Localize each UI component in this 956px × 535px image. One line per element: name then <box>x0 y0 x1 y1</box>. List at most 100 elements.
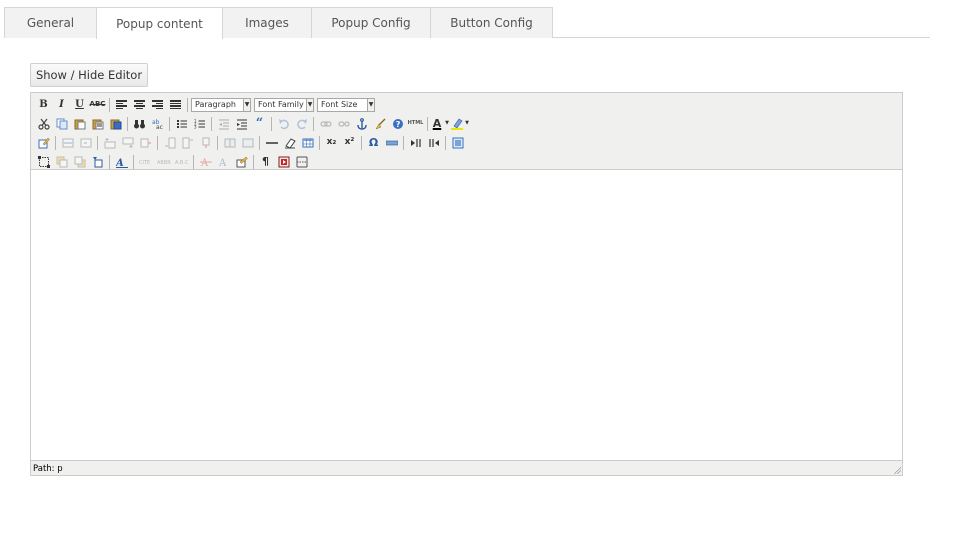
toolbar-separator <box>253 154 254 169</box>
cite-icon: CITE <box>139 160 150 166</box>
bullet-list-button[interactable] <box>173 115 190 132</box>
deletion-button[interactable]: A <box>197 153 214 170</box>
numbered-list-button[interactable]: 123 <box>191 115 208 132</box>
help-button[interactable]: ? <box>389 115 406 132</box>
tab-label: Popup Config <box>331 16 411 30</box>
merge-cells-button[interactable] <box>239 134 256 151</box>
acronym-button[interactable]: A.B.C <box>173 153 190 170</box>
tab-images[interactable]: Images <box>222 7 312 38</box>
bold-button[interactable]: B <box>35 96 52 113</box>
link-button[interactable] <box>317 115 334 132</box>
table-cell-props-button[interactable] <box>77 134 94 151</box>
insertion-button[interactable]: A <box>215 153 232 170</box>
redo-button[interactable] <box>293 115 310 132</box>
chevron-down-icon: ▼ <box>465 120 469 126</box>
delete-row-button[interactable] <box>137 134 154 151</box>
superscript-button[interactable]: x² <box>341 134 358 151</box>
acronym-icon: A.B.C <box>175 160 189 166</box>
chevron-down-icon: ▼ <box>445 120 449 126</box>
special-character-button[interactable]: Ω <box>365 134 382 151</box>
svg-text:A: A <box>200 158 209 168</box>
table-row-props-button[interactable] <box>59 134 76 151</box>
path-label: Path: <box>33 464 55 474</box>
find-button[interactable] <box>131 115 148 132</box>
align-center-button[interactable] <box>131 96 148 113</box>
remove-format-button[interactable] <box>281 134 298 151</box>
font-family-select[interactable]: Font Family ▼ <box>254 97 314 112</box>
insert-row-before-button[interactable] <box>101 134 118 151</box>
replace-button[interactable]: ab ac <box>149 115 166 132</box>
attributes-button[interactable] <box>233 153 250 170</box>
undo-button[interactable] <box>275 115 292 132</box>
subscript-button[interactable]: x₂ <box>323 134 340 151</box>
abbreviation-button[interactable]: ABBR <box>155 153 172 170</box>
insert-col-after-button[interactable] <box>179 134 196 151</box>
underline-button[interactable]: U <box>71 96 88 113</box>
insert-layer-button[interactable] <box>35 153 52 170</box>
tab-popup-content[interactable]: Popup content <box>96 7 223 39</box>
editor-content-area[interactable] <box>31 170 902 461</box>
absolute-position-button[interactable] <box>89 153 106 170</box>
indent-button[interactable] <box>233 115 250 132</box>
blockquote-button[interactable]: “ <box>251 115 268 132</box>
paste-text-icon <box>92 119 103 129</box>
tab-general[interactable]: General <box>4 7 97 38</box>
path-element-link[interactable]: p <box>57 464 62 474</box>
fullscreen-button[interactable] <box>449 134 466 151</box>
resize-handle[interactable] <box>893 466 901 474</box>
tab-button-config[interactable]: Button Config <box>430 7 553 38</box>
highlight-color-button[interactable] <box>451 115 463 132</box>
move-forward-button[interactable] <box>53 153 70 170</box>
link-icon <box>319 120 332 127</box>
edit-button[interactable] <box>35 134 52 151</box>
styles-button[interactable]: A <box>113 153 130 170</box>
move-backward-button[interactable] <box>71 153 88 170</box>
insert-media-button[interactable] <box>275 153 292 170</box>
align-right-button[interactable] <box>149 96 166 113</box>
toolbar-separator <box>55 135 56 150</box>
format-select[interactable]: Paragraph ▼ <box>191 97 251 112</box>
svg-text:ABBR: ABBR <box>157 160 171 166</box>
show-invisibles-button[interactable]: ¶ <box>257 153 274 170</box>
align-justify-button[interactable] <box>167 96 184 113</box>
horizontal-rule-button[interactable] <box>263 134 280 151</box>
anchor-button[interactable] <box>353 115 370 132</box>
html-source-button[interactable]: HTML <box>407 115 424 132</box>
delete-col-button[interactable] <box>197 134 214 151</box>
rtl-button[interactable] <box>425 134 442 151</box>
cleanup-button[interactable] <box>371 115 388 132</box>
unlink-icon <box>337 120 350 127</box>
text-color-dropdown[interactable]: ▼ <box>444 115 450 132</box>
cut-button[interactable] <box>35 115 52 132</box>
svg-text:3: 3 <box>194 124 197 129</box>
split-cells-button[interactable] <box>221 134 238 151</box>
align-left-button[interactable] <box>113 96 130 113</box>
text-color-button[interactable]: A <box>431 115 443 132</box>
insert-col-before-button[interactable] <box>161 134 178 151</box>
tab-popup-config[interactable]: Popup Config <box>311 7 431 38</box>
strikethrough-button[interactable]: ABC <box>89 96 106 113</box>
font-size-select[interactable]: Font Size ▼ <box>317 97 375 112</box>
toolbar-separator <box>361 135 362 150</box>
page-break-button[interactable] <box>293 153 310 170</box>
align-left-icon <box>116 100 127 109</box>
cite-button[interactable]: CITE <box>137 153 154 170</box>
outdent-button[interactable] <box>215 115 232 132</box>
insert-row-after-icon <box>122 137 133 148</box>
paste-button[interactable] <box>71 115 88 132</box>
visual-aid-button[interactable] <box>383 134 400 151</box>
insert-row-after-button[interactable] <box>119 134 136 151</box>
paste-word-button[interactable] <box>107 115 124 132</box>
paste-text-button[interactable] <box>89 115 106 132</box>
highlight-color-dropdown[interactable]: ▼ <box>464 115 470 132</box>
ltr-button[interactable] <box>407 134 424 151</box>
italic-button[interactable]: I <box>53 96 70 113</box>
tab-label: Button Config <box>450 16 533 30</box>
align-center-icon <box>134 100 145 109</box>
insert-table-button[interactable] <box>299 134 316 151</box>
toolbar-separator <box>97 135 98 150</box>
highlighter-icon <box>451 118 463 130</box>
show-hide-editor-button[interactable]: Show / Hide Editor <box>30 63 148 87</box>
unlink-button[interactable] <box>335 115 352 132</box>
copy-button[interactable] <box>53 115 70 132</box>
